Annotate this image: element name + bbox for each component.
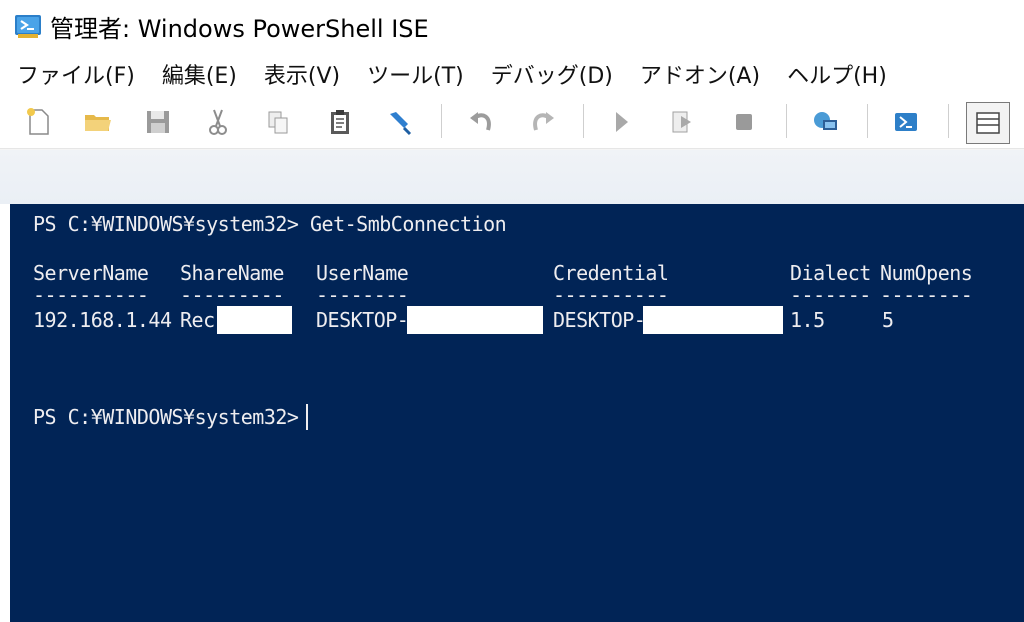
header-credential: Credential [553,261,669,285]
remote-powershell-icon[interactable] [805,102,845,142]
cell-sharename: Rec [180,308,215,332]
left-gutter [0,204,10,622]
console-pane[interactable]: PS C:¥WINDOWS¥system32> Get-SmbConnectio… [10,204,1024,622]
dashes-username: -------- [316,283,409,307]
header-username: UserName [316,261,409,285]
header-numopens: NumOpens [880,261,973,285]
powershell-ise-icon [15,15,41,38]
redaction-box [407,306,543,334]
open-folder-icon[interactable] [78,102,118,142]
menu-help[interactable]: ヘルプ(H) [787,58,887,90]
dashes-sharename: --------- [180,283,284,307]
clear-console-icon[interactable] [380,102,420,142]
script-tab-strip [0,149,1024,205]
cell-servername: 192.168.1.44 [33,308,172,332]
menu-addons[interactable]: アドオン(A) [640,58,760,90]
toolbar-separator [441,104,442,138]
run-selection-icon[interactable] [662,102,702,142]
text-cursor [306,404,308,430]
menu-bar: ファイル(F) 編集(E) 表示(V) ツール(T) デバッグ(D) アドオン(… [0,52,1024,96]
command-prompt-line: PS C:¥WINDOWS¥system32> Get-SmbConnectio… [33,212,507,236]
menu-view[interactable]: 表示(V) [264,58,340,90]
header-servername: ServerName [33,261,149,285]
dashes-credential: ---------- [553,283,669,307]
new-file-icon[interactable] [18,102,58,142]
dashes-numopens: -------- [880,283,973,307]
window-title: 管理者: Windows PowerShell ISE [50,14,429,43]
show-script-pane-icon[interactable] [966,102,1010,144]
copy-icon[interactable] [258,102,298,142]
cut-icon[interactable] [198,102,238,142]
menu-debug[interactable]: デバッグ(D) [491,58,613,90]
run-icon[interactable] [601,102,641,142]
header-dialect: Dialect [790,261,871,285]
powershell-icon[interactable] [886,102,926,142]
undo-icon[interactable] [462,102,502,142]
title-bar: 管理者: Windows PowerShell ISE [0,0,1024,52]
cell-credential: DESKTOP- [553,308,646,332]
redaction-box [217,306,292,334]
dashes-dialect: ------- [790,283,871,307]
paste-icon[interactable] [320,102,360,142]
redo-icon[interactable] [522,102,562,142]
save-icon[interactable] [138,102,178,142]
cell-username: DESKTOP- [316,308,409,332]
toolbar-separator [786,104,787,138]
toolbar-separator [948,104,949,138]
menu-file[interactable]: ファイル(F) [17,58,135,90]
cell-numopens: 5 [882,308,894,332]
toolbar [0,96,1024,149]
redaction-box [643,306,783,334]
cell-dialect: 1.5 [790,308,825,332]
dashes-servername: ---------- [33,283,149,307]
menu-tools[interactable]: ツール(T) [367,58,464,90]
input-prompt-line: PS C:¥WINDOWS¥system32> [33,405,310,429]
header-sharename: ShareName [180,261,284,285]
toolbar-separator [867,104,868,138]
toolbar-separator [583,104,584,138]
menu-edit[interactable]: 編集(E) [162,58,237,90]
stop-icon[interactable] [724,102,764,142]
